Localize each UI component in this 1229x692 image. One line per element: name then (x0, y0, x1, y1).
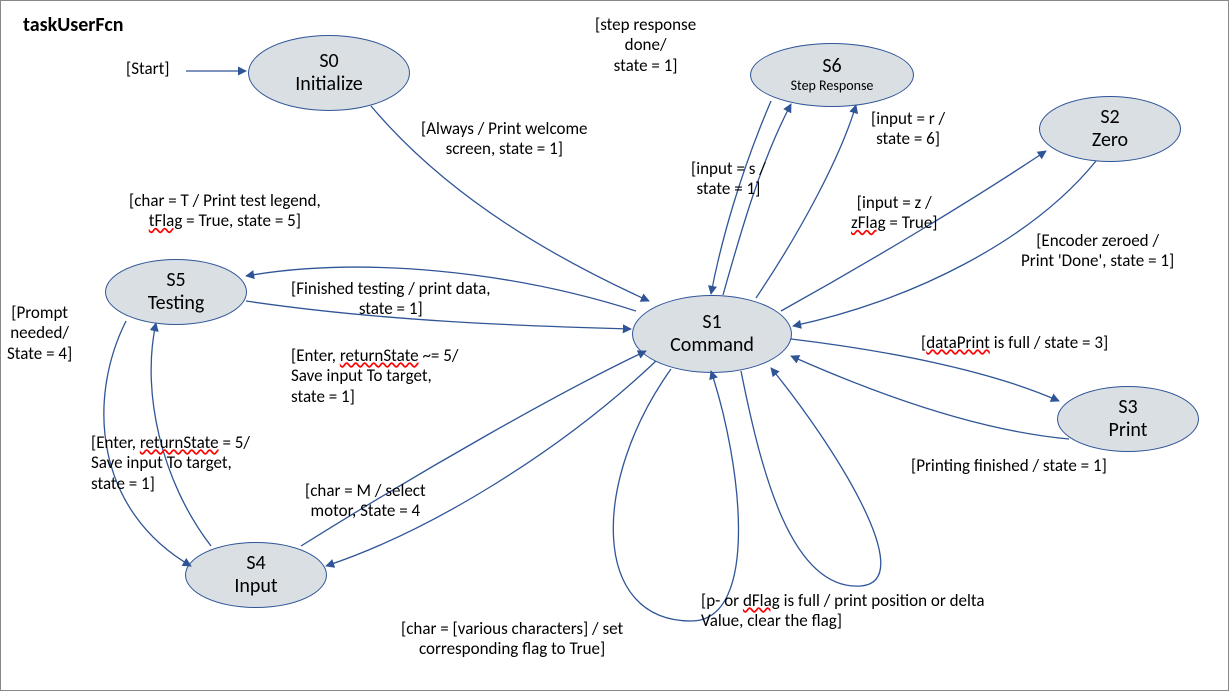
label-s5-s4: [Prompt needed/ State = 4] (7, 303, 72, 364)
label-s4-s5: [Enter, returnState = 5/ Save input To t… (91, 433, 250, 494)
diagram-canvas: taskUserFcn S0 Initialize S6 Step Respon… (0, 0, 1229, 691)
label-s1-s6-r: [input = r / state = 6] (871, 109, 945, 150)
state-s6-code: S6 (822, 55, 841, 78)
label-s5-s1: [Finished testing / print data, state = … (291, 279, 491, 320)
state-s3: S3 Print (1057, 386, 1199, 452)
label-s1-s2: [input = z / zFlag = True] (851, 193, 938, 234)
label-s1-s4: [char = M / select motor, State = 4 (305, 481, 426, 522)
state-s3-code: S3 (1118, 396, 1137, 419)
label-s2-s1: [Encoder zeroed / Print 'Done', state = … (1021, 231, 1174, 272)
diagram-title: taskUserFcn (23, 13, 123, 37)
label-s0-s1: [Always / Print welcome screen, state = … (421, 119, 588, 160)
label-s3-s1: [Printing finished / state = 1] (911, 456, 1107, 476)
state-s4-name: Input (234, 575, 277, 598)
label-loop-chars: [char = [various characters] / set corre… (401, 619, 623, 660)
state-s4: S4 Input (185, 542, 327, 608)
label-s1-s5: [char = T / Print test legend, tFlag = T… (129, 191, 321, 232)
label-s1-s6-s: [input = s / state = 1] (691, 159, 766, 200)
label-start: [Start] (126, 59, 170, 79)
state-s2-code: S2 (1100, 106, 1119, 129)
state-s5: S5 Testing (105, 259, 247, 325)
label-loop-pd: [p- or dFlag is full / print position or… (701, 591, 985, 632)
state-s2-name: Zero (1092, 129, 1128, 152)
state-s5-code: S5 (166, 269, 185, 292)
label-s4-s1: [Enter, returnState ~= 5/ Save input To … (291, 346, 458, 407)
state-s4-code: S4 (246, 552, 265, 575)
state-s0: S0 Initialize (248, 35, 410, 111)
state-s1-code: S1 (702, 311, 721, 334)
state-s3-name: Print (1109, 419, 1148, 442)
state-s6-name: Step Response (791, 78, 874, 94)
label-s1-s3: [dataPrint is full / state = 3] (921, 333, 1108, 353)
state-s6: S6 Step Response (750, 43, 914, 107)
state-s5-name: Testing (148, 292, 205, 315)
label-s6-s1: [step response done/ state = 1] (595, 15, 696, 76)
state-s1-name: Command (670, 334, 754, 357)
state-s1: S1 Command (632, 295, 792, 373)
state-s2: S2 Zero (1039, 96, 1181, 162)
state-s0-code: S0 (319, 50, 338, 73)
state-s0-name: Initialize (295, 73, 362, 96)
